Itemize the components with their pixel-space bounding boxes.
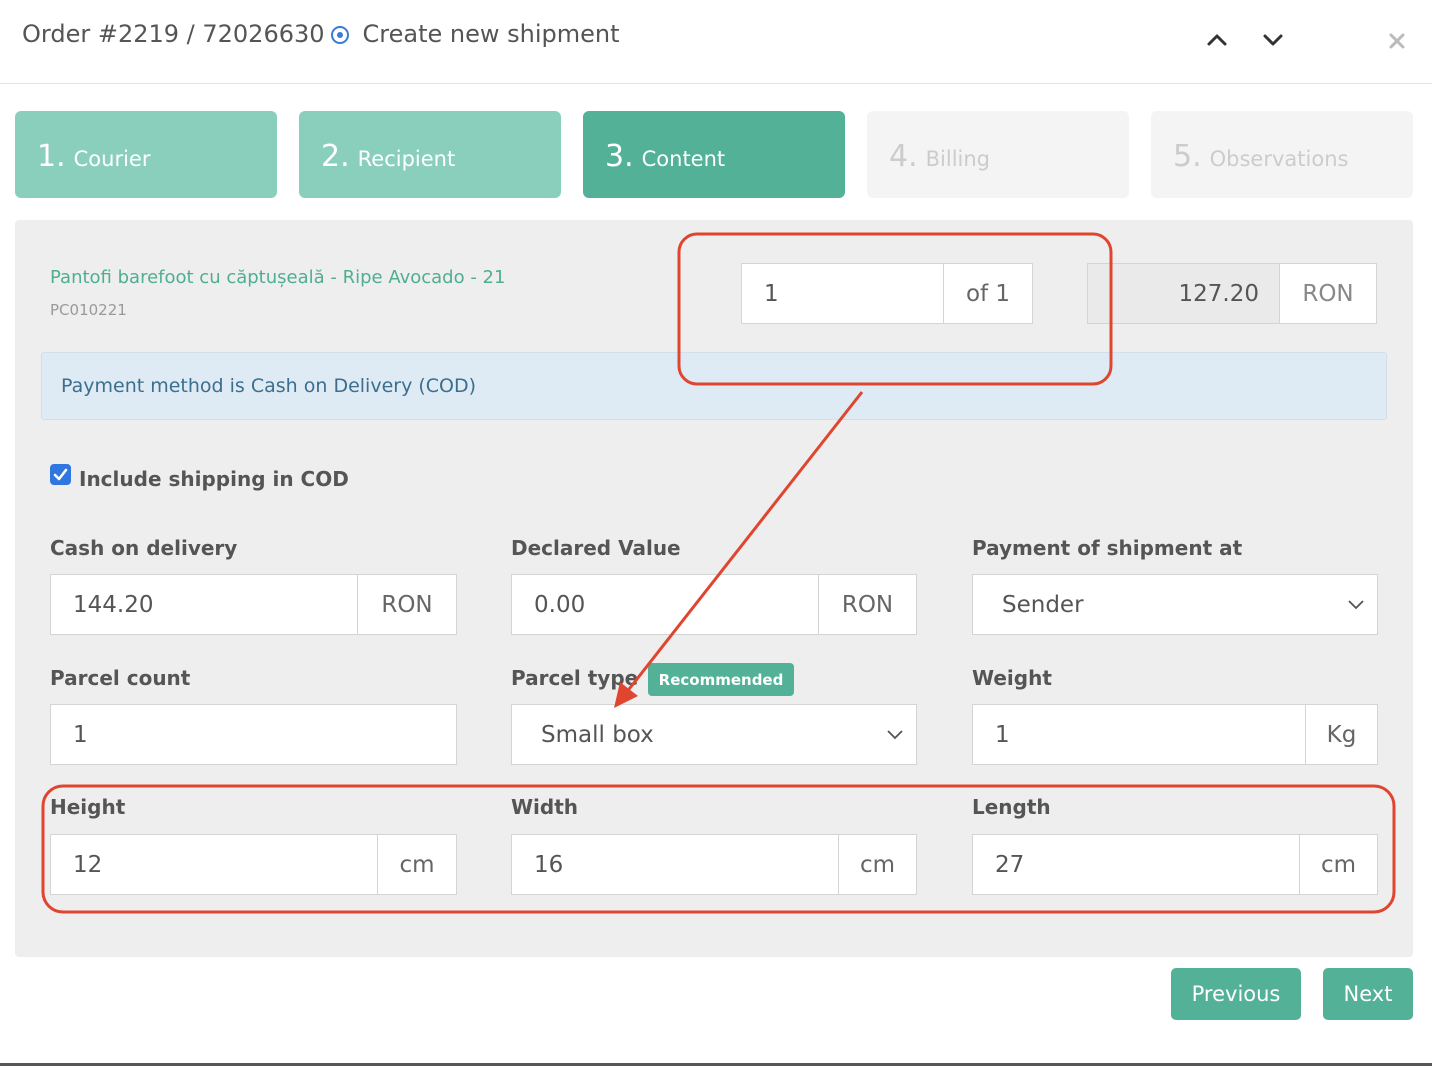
length-unit-addon: cm	[1299, 834, 1378, 895]
payment-at-value: Sender	[1002, 591, 1084, 618]
step-label: Recipient	[357, 146, 456, 171]
quantity-of-addon: of 1	[943, 263, 1033, 324]
parcel-type-value: Small box	[541, 721, 654, 748]
close-icon	[1389, 33, 1405, 49]
height-label: Height	[50, 795, 126, 819]
payment-at-select[interactable]: Sender	[972, 574, 1378, 635]
price-currency-addon: RON	[1279, 263, 1377, 324]
declared-value-input[interactable]: 0.00	[511, 574, 819, 635]
close-button[interactable]	[1386, 30, 1408, 52]
order-number: Order #2219 / 72026630	[22, 20, 325, 48]
step-content[interactable]: 3. Content	[583, 111, 845, 198]
weight-input[interactable]: 1	[972, 704, 1306, 765]
step-number: 2.	[321, 139, 350, 174]
step-number: 4.	[889, 139, 918, 174]
step-label: Observations	[1209, 146, 1349, 171]
parcel-type-select[interactable]: Small box	[511, 704, 917, 765]
content-panel: Pantofi barefoot cu căptușeală - Ripe Av…	[15, 220, 1413, 957]
weight-label: Weight	[972, 666, 1052, 690]
width-label: Width	[511, 795, 579, 819]
modal-title: Order #2219 / 72026630 Create new shipme…	[22, 20, 620, 48]
step-number: 5.	[1173, 139, 1202, 174]
price-field: 127.20	[1087, 263, 1280, 324]
modal-header: Order #2219 / 72026630 Create new shipme…	[0, 0, 1432, 84]
step-recipient[interactable]: 2. Recipient	[299, 111, 561, 198]
page-title: Create new shipment	[362, 20, 620, 48]
chevron-down-icon	[1348, 600, 1364, 610]
chevron-up-icon	[1207, 34, 1227, 46]
step-label: Content	[641, 146, 726, 171]
payment-at-label: Payment of shipment at	[972, 536, 1243, 560]
step-observations: 5. Observations	[1151, 111, 1413, 198]
width-input[interactable]: 16	[511, 834, 839, 895]
cod-label: Cash on delivery	[50, 536, 238, 560]
next-order-button[interactable]	[1259, 26, 1287, 54]
declared-currency-addon: RON	[818, 574, 917, 635]
step-number: 3.	[605, 139, 634, 174]
include-shipping-label[interactable]: Include shipping in COD	[79, 467, 349, 491]
weight-unit-addon: Kg	[1305, 704, 1378, 765]
quantity-input[interactable]: 1	[741, 263, 944, 324]
previous-order-button[interactable]	[1203, 26, 1231, 54]
width-unit-addon: cm	[838, 834, 917, 895]
parcel-count-input[interactable]: 1	[50, 704, 457, 765]
wizard-steps: 1. Courier 2. Recipient 3. Content 4. Bi…	[15, 111, 1413, 198]
recommended-badge: Recommended	[648, 663, 794, 696]
include-shipping-checkbox[interactable]	[50, 464, 71, 485]
cod-currency-addon: RON	[357, 574, 457, 635]
chevron-down-icon	[1263, 34, 1283, 46]
height-input[interactable]: 12	[50, 834, 378, 895]
parcel-count-label: Parcel count	[50, 666, 191, 690]
declared-value-label: Declared Value	[511, 536, 681, 560]
length-label: Length	[972, 795, 1051, 819]
step-billing: 4. Billing	[867, 111, 1129, 198]
step-label: Courier	[73, 146, 151, 171]
checkmark-icon	[53, 468, 68, 481]
next-button[interactable]: Next	[1323, 968, 1413, 1020]
cod-input[interactable]: 144.20	[50, 574, 358, 635]
product-name-link[interactable]: Pantofi barefoot cu căptușeală - Ripe Av…	[50, 267, 505, 288]
parcel-type-label: Parcel type	[511, 666, 639, 690]
cod-alert: Payment method is Cash on Delivery (COD)	[41, 352, 1387, 420]
step-number: 1.	[37, 139, 66, 174]
previous-button[interactable]: Previous	[1171, 968, 1301, 1020]
length-input[interactable]: 27	[972, 834, 1300, 895]
product-sku: PC010221	[50, 301, 127, 319]
target-icon[interactable]	[330, 26, 349, 44]
chevron-down-icon	[887, 730, 903, 740]
step-label: Billing	[925, 146, 991, 171]
step-courier[interactable]: 1. Courier	[15, 111, 277, 198]
height-unit-addon: cm	[377, 834, 457, 895]
